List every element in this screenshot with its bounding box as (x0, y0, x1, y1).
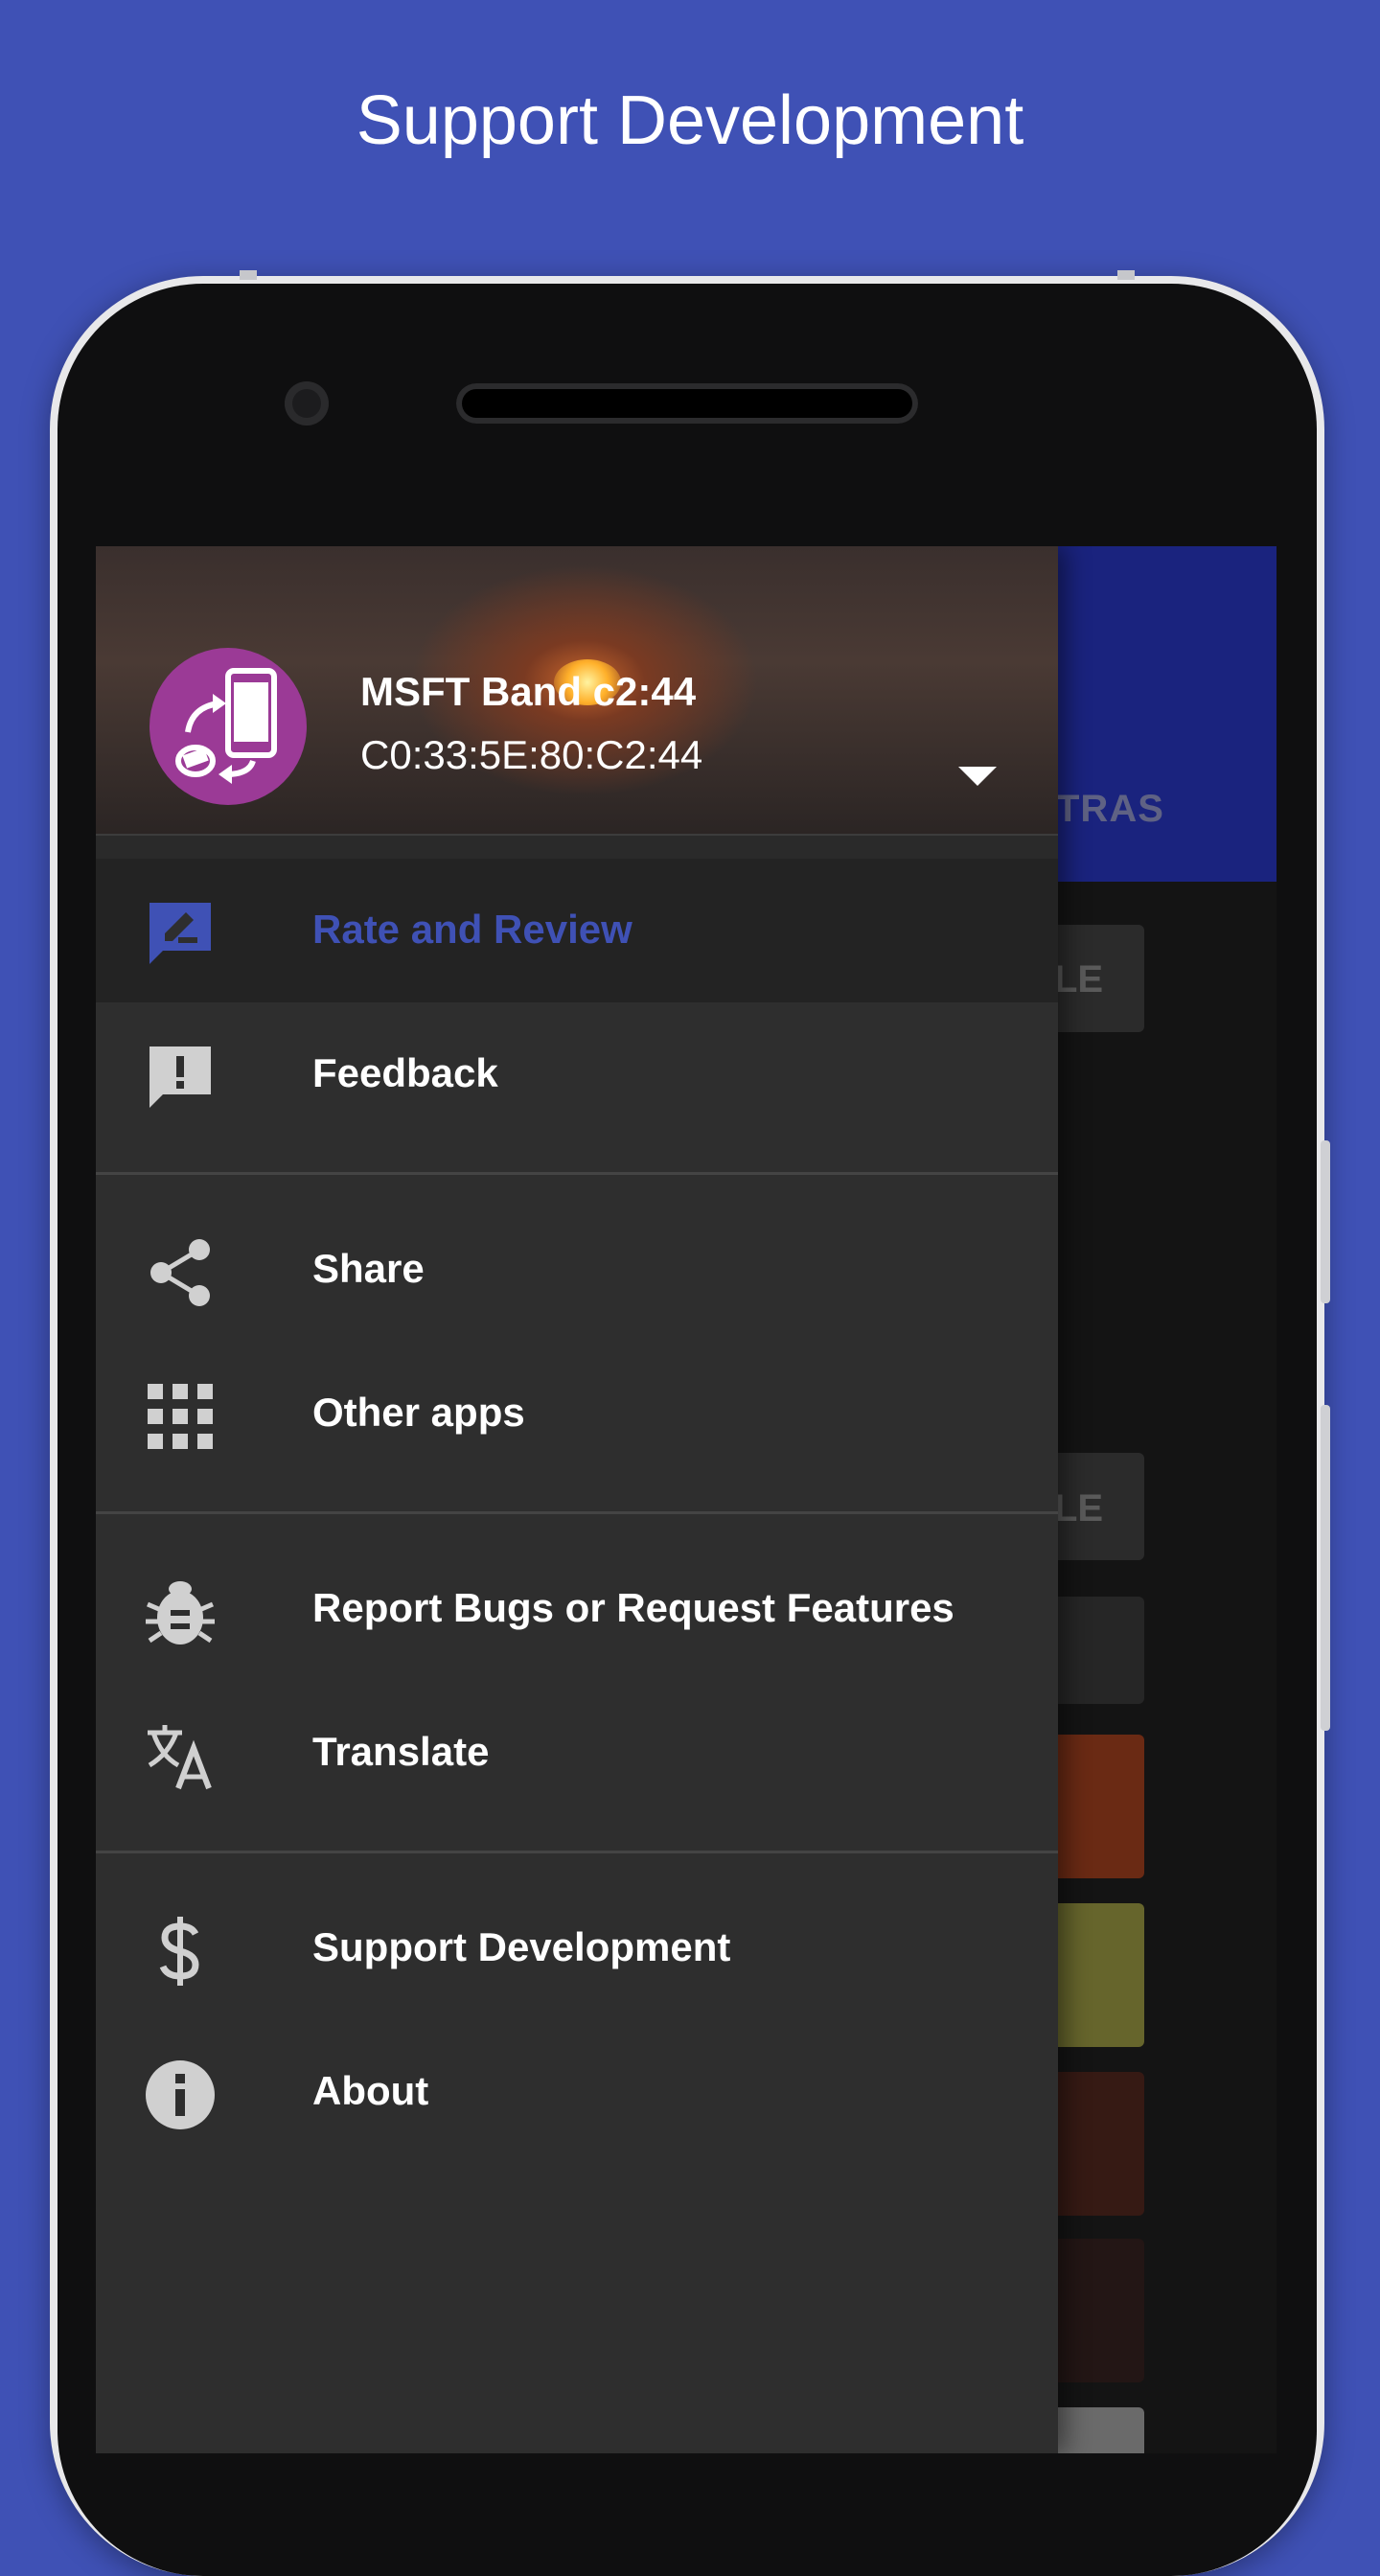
power-button (1321, 1405, 1330, 1731)
menu-item-label: Translate (312, 1729, 490, 1774)
device-mac-address: C0:33:5E:80:C2:44 (360, 732, 703, 777)
background-tab: TRAS (1056, 788, 1164, 830)
menu-item-label: Feedback (312, 1050, 498, 1095)
menu-item-about[interactable]: About (96, 2020, 1058, 2164)
menu-item-label: About (312, 2068, 429, 2113)
menu-item-label: Report Bugs or Request Features (312, 1585, 954, 1630)
menu-divider (96, 1511, 1058, 1514)
menu-divider (96, 1851, 1058, 1853)
menu-item-other-apps[interactable]: Other apps (96, 1342, 1058, 1485)
menu-item-label: Support Development (312, 1924, 731, 1969)
avatar[interactable] (150, 648, 307, 805)
front-camera (285, 381, 329, 426)
menu-item-label: Other apps (312, 1390, 525, 1435)
drawer-header[interactable]: MSFT Band c2:44 C0:33:5E:80:C2:44 (96, 546, 1058, 834)
share-icon (144, 1236, 217, 1309)
rate-review-icon (144, 897, 217, 970)
feedback-icon (144, 1041, 217, 1114)
volume-button (1321, 1140, 1330, 1303)
phone-top-nub (240, 270, 257, 280)
menu-item-label: Rate and Review (312, 907, 632, 952)
earpiece-speaker (456, 383, 918, 424)
menu-item-report-bugs[interactable]: Report Bugs or Request Features (96, 1537, 1058, 1681)
phone-screen: TRAS LE LE MSFT Band c2:44 C0:33:5E:80:C… (96, 546, 1276, 2453)
navigation-drawer: MSFT Band c2:44 C0:33:5E:80:C2:44 Rate a… (96, 546, 1058, 2453)
menu-item-share[interactable]: Share (96, 1198, 1058, 1342)
menu-item-feedback[interactable]: Feedback (96, 1002, 1058, 1146)
apps-grid-icon (144, 1380, 217, 1453)
background-button-label: LE (1054, 958, 1104, 1000)
arrow-drop-down-icon[interactable] (958, 767, 997, 786)
menu-item-support-development[interactable]: Support Development (96, 1876, 1058, 2020)
bug-icon (144, 1576, 217, 1648)
promo-title: Support Development (356, 82, 1024, 159)
dollar-icon (144, 1915, 217, 1988)
menu-item-translate[interactable]: Translate (96, 1681, 1058, 1825)
background-button-label: LE (1054, 1487, 1104, 1530)
menu-item-label: Share (312, 1246, 425, 1291)
translate-icon (144, 1719, 217, 1792)
info-icon (144, 2058, 217, 2131)
menu-divider (96, 1172, 1058, 1175)
menu-item-rate-and-review[interactable]: Rate and Review (96, 859, 1058, 1002)
phone-top-nub (1117, 270, 1135, 280)
device-name: MSFT Band c2:44 (360, 669, 697, 714)
phone-band-sync-icon (175, 668, 277, 784)
